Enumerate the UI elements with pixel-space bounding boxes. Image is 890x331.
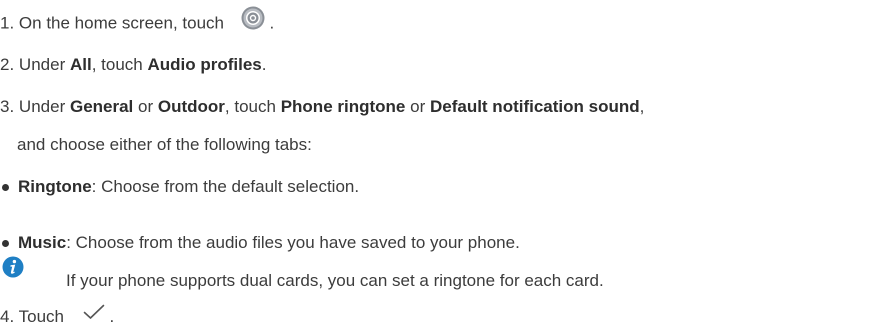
ui-term-default-notification-sound: Default notification sound bbox=[429, 97, 640, 116]
step-text: , touch bbox=[91, 55, 143, 74]
bullet-term: Music bbox=[18, 233, 67, 252]
bullet-desc: : Choose from the audio files you have s… bbox=[66, 233, 520, 252]
instruction-document: 1. On the home screen, touch . 2. Under … bbox=[0, 0, 890, 331]
step-4: 4. Touch . bbox=[0, 304, 115, 328]
bullet-desc: : Choose from the default selection. bbox=[91, 177, 360, 196]
step-end: . bbox=[269, 13, 275, 33]
step-text: or bbox=[410, 97, 426, 116]
ui-term-phone-ringtone: Phone ringtone bbox=[280, 97, 406, 116]
bullet-item-music: Music: Choose from the audio files you h… bbox=[18, 232, 520, 254]
step-text: Under bbox=[18, 55, 66, 74]
step-number: 1. bbox=[0, 13, 15, 33]
step-3-continuation: and choose either of the following tabs: bbox=[17, 134, 312, 156]
step-text: On the home screen, touch bbox=[18, 13, 224, 33]
step-3: 3. Under General or Outdoor, touch Phone… bbox=[0, 96, 644, 118]
step-1: 1. On the home screen, touch . bbox=[0, 6, 275, 36]
info-icon bbox=[2, 256, 24, 278]
bullet-item-ringtone: Ringtone: Choose from the default select… bbox=[18, 176, 359, 198]
step-number: 3. bbox=[0, 97, 15, 116]
settings-icon bbox=[241, 6, 265, 36]
step-text: Touch bbox=[18, 307, 64, 326]
step-end: , bbox=[639, 97, 645, 116]
ui-term-outdoor: Outdoor bbox=[157, 97, 225, 116]
step-text: and choose either of the following tabs: bbox=[17, 135, 312, 154]
step-end: . bbox=[109, 307, 115, 326]
step-text: , touch bbox=[224, 97, 276, 116]
step-number: 4. bbox=[0, 307, 15, 326]
ui-term-general: General bbox=[69, 97, 134, 116]
bullet-dot bbox=[2, 240, 9, 247]
ui-term-all: All bbox=[69, 55, 92, 74]
step-2: 2. Under All, touch Audio profiles. bbox=[0, 54, 267, 76]
step-end: . bbox=[261, 55, 267, 74]
note: If your phone supports dual cards, you c… bbox=[66, 270, 604, 292]
bullet-dot bbox=[2, 184, 9, 191]
bullet-term: Ringtone bbox=[18, 177, 92, 196]
step-number: 2. bbox=[0, 55, 15, 74]
step-text: Under bbox=[18, 97, 66, 116]
checkmark-icon bbox=[83, 304, 105, 326]
step-text: or bbox=[138, 97, 154, 116]
note-text: If your phone supports dual cards, you c… bbox=[66, 271, 604, 290]
ui-term-audio-profiles: Audio profiles bbox=[147, 55, 262, 74]
